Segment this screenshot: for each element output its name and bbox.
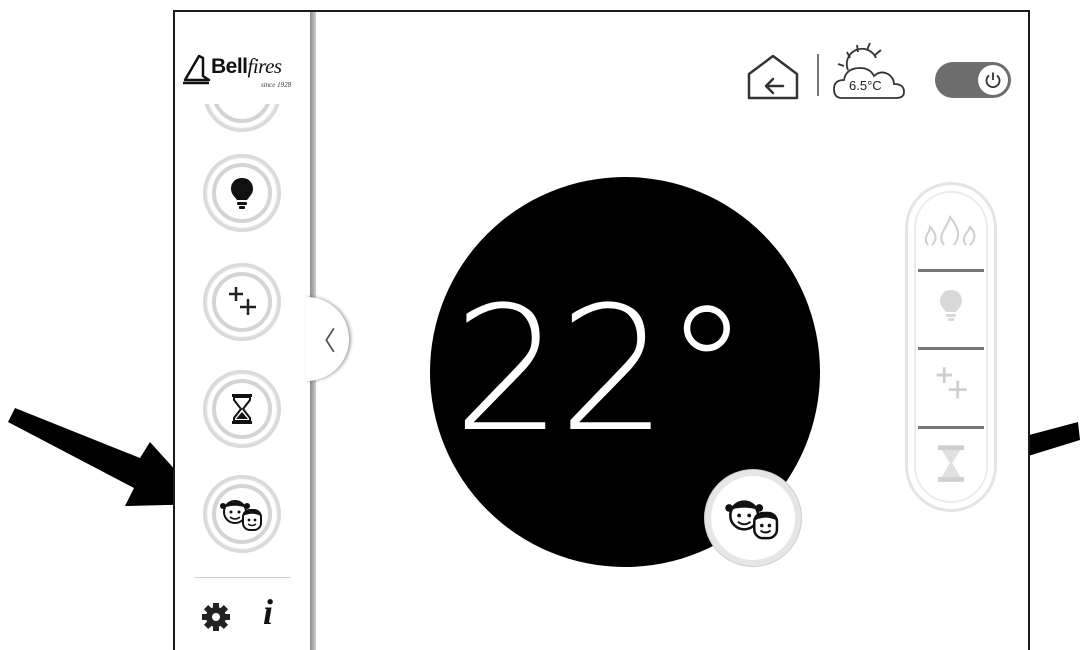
sidebar-item-lighting[interactable] [203,154,281,232]
brand-name-bold: Bell [211,55,248,78]
temperature-value: 22° [453,269,750,470]
power-icon [985,72,1001,89]
sidebar-divider [195,577,290,578]
plus-plus-icon [229,287,256,315]
sidebar-item-timer[interactable] [203,370,281,448]
bell-logo-icon [183,54,211,85]
sidebar: Bellfires since 1928 i [175,12,316,650]
lighting-control[interactable] [908,285,994,325]
lightbulb-icon [940,290,962,321]
flame-icon [924,215,976,246]
brand-since: since 1928 [261,81,292,89]
kids-icon [220,500,262,531]
flame-control[interactable] [908,215,994,249]
pill-divider [918,426,984,429]
pill-divider [918,269,984,272]
sidebar-item-boost[interactable] [203,263,281,341]
sidebar-collapse-tab[interactable]: 〈 [305,297,349,381]
home-return-icon[interactable] [745,52,801,100]
sidebar-item-child-lock[interactable] [203,475,281,553]
app-window: Bellfires since 1928 i 〈 6.5°C 22° [173,10,1030,650]
pill-divider [918,347,984,350]
hourglass-icon [938,445,964,482]
kids-icon [725,500,779,540]
info-icon[interactable]: i [263,594,273,630]
header-separator [817,54,819,96]
gear-icon[interactable] [201,602,231,632]
hourglass-icon [232,394,252,424]
power-toggle[interactable] [935,62,1011,98]
timer-control[interactable] [908,443,994,483]
power-knob [978,65,1008,95]
boost-control[interactable] [908,365,994,403]
chevron-left-icon: 〈 [309,326,336,357]
brand-name: Bellfires [211,54,282,79]
plus-plus-icon [936,367,967,399]
partly-cloudy-icon [833,42,905,99]
child-lock-badge[interactable] [705,470,801,566]
quick-controls-pill [905,182,997,512]
lightbulb-icon [231,178,253,209]
outdoor-temperature: 6.5°C [849,78,882,93]
brand-name-script: fires [247,54,283,78]
